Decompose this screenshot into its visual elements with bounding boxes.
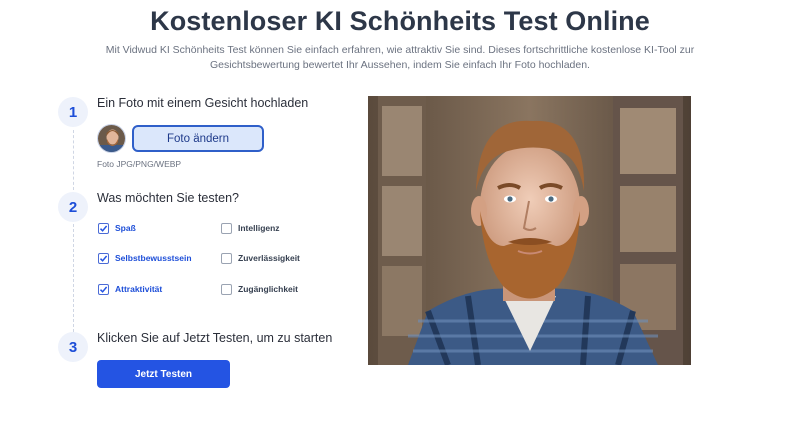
option-intelligence-label: Intelligenz: [238, 223, 280, 233]
step-1-number: 1: [58, 97, 88, 127]
option-fun-checkbox[interactable]: [98, 222, 109, 234]
option-confidence[interactable]: Selbstbewusstsein: [98, 251, 192, 265]
step-3-title: Klicken Sie auf Jetzt Testen, um zu star…: [97, 331, 333, 345]
option-confidence-label: Selbstbewusstsein: [115, 253, 192, 263]
step-connector-2: [73, 224, 74, 332]
option-attractiveness-label: Attraktivität: [115, 284, 163, 294]
step-3-number: 3: [58, 332, 88, 362]
option-approachability[interactable]: Zugänglichkeit: [221, 282, 298, 296]
step-1-title: Ein Foto mit einem Gesicht hochladen: [97, 96, 309, 110]
page-title: Kostenloser KI Schönheits Test Online: [150, 6, 650, 36]
photo-preview: [368, 96, 691, 365]
option-reliability-label: Zuverlässigkeit: [238, 253, 300, 263]
option-approachability-checkbox[interactable]: [221, 283, 232, 295]
page-subtitle: Mit Vidwud KI Schönheits Test können Sie…: [105, 44, 695, 71]
option-confidence-checkbox[interactable]: [98, 252, 109, 264]
option-fun-label: Spaß: [115, 223, 136, 233]
option-attractiveness-checkbox[interactable]: [98, 283, 109, 295]
option-reliability-checkbox[interactable]: [221, 252, 232, 264]
step-connector-1: [73, 130, 74, 190]
file-format-hint: Foto JPG/PNG/WEBP: [97, 159, 182, 169]
step-2-title: Was möchten Sie testen?: [97, 191, 239, 205]
option-fun[interactable]: Spaß: [98, 221, 136, 235]
change-photo-button[interactable]: Foto ändern: [132, 125, 264, 152]
step-2-number: 2: [58, 192, 88, 222]
uploaded-photo-thumbnail: [97, 124, 126, 153]
start-test-button[interactable]: Jetzt Testen: [97, 360, 230, 388]
option-intelligence-checkbox[interactable]: [221, 222, 232, 234]
option-approachability-label: Zugänglichkeit: [238, 284, 298, 294]
option-intelligence[interactable]: Intelligenz: [221, 221, 280, 235]
option-attractiveness[interactable]: Attraktivität: [98, 282, 162, 296]
option-reliability[interactable]: Zuverlässigkeit: [221, 251, 300, 265]
